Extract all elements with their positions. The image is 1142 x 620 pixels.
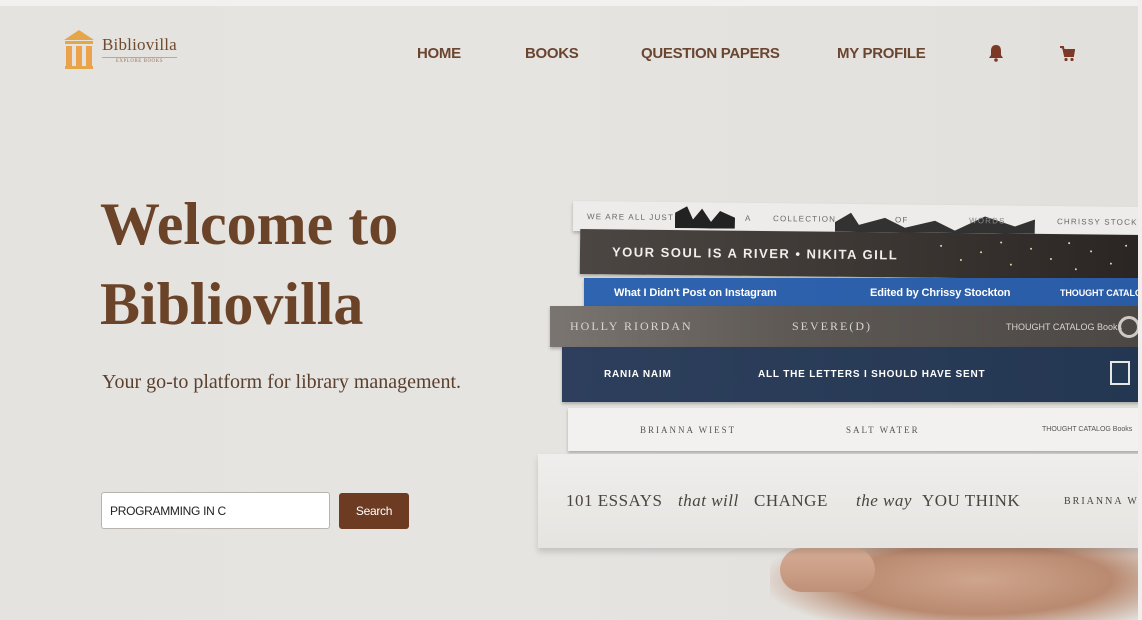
book-spine-7: 101 ESSAYS that will CHANGE the way YOU … <box>538 454 1142 548</box>
book7-title-e: YOU THINK <box>922 491 1021 510</box>
page: Bibliovilla EXPLORE BOOKS HOME BOOKS QUE… <box>0 0 1142 620</box>
search-input[interactable] <box>101 492 330 529</box>
book5-emblem <box>1110 361 1130 385</box>
hero-title: Welcome to Bibliovilla <box>100 184 520 344</box>
book7-title-b: that will <box>678 491 739 510</box>
book1-text-collection: COLLECTION <box>772 213 837 224</box>
hero-subtitle: Your go-to platform for library manageme… <box>102 371 461 393</box>
book4-title: SEVERE(D) <box>792 319 872 333</box>
book-spine-2: YOUR SOUL IS A RIVER • NIKITA GILL <box>579 229 1142 280</box>
book3-publisher: THOUGHT CATALOG Boo <box>1060 287 1142 298</box>
book4-publisher: THOUGHT CATALOG Books <box>1006 321 1123 332</box>
search-button[interactable]: Search <box>339 493 409 529</box>
hero-title-line1: Welcome to <box>100 191 399 257</box>
book7-title-c: CHANGE <box>754 491 828 510</box>
book1-text-words: WORDS <box>968 215 1006 226</box>
book1-ink-splash <box>675 206 735 229</box>
cart-icon[interactable] <box>1059 44 1075 62</box>
book1-text-left: WE ARE ALL JUST <box>586 211 675 222</box>
nav-question-papers-link[interactable]: QUESTION PAPERS <box>641 45 780 62</box>
book3-author: Edited by Chrissy Stockton <box>870 286 1011 299</box>
book6-author: BRIANNA WIEST <box>640 424 737 435</box>
book6-title: SALT WATER <box>846 424 920 435</box>
book-spine-3: What I Didn't Post on Instagram Edited b… <box>584 278 1142 307</box>
book-spine-4: HOLLY RIORDAN SEVERE(D) THOUGHT CATALOG … <box>550 306 1142 347</box>
book7-title-d: the way <box>856 491 912 510</box>
book-stack-image: WE ARE ALL JUST A COLLECTION OF WORDS CH… <box>530 196 1142 620</box>
book5-author: RANIA NAIM <box>604 369 672 380</box>
book4-emblem <box>1118 316 1140 338</box>
right-edge <box>1138 0 1142 620</box>
book4-author: HOLLY RIORDAN <box>570 319 693 333</box>
book5-title: ALL THE LETTERS I SHOULD HAVE SENT <box>758 369 986 380</box>
book2-title: YOUR SOUL IS A RIVER • NIKITA GILL <box>611 244 899 263</box>
hand-finger <box>780 548 875 592</box>
book-spine-6: BRIANNA WIEST SALT WATER THOUGHT CATALOG… <box>568 408 1142 451</box>
book7-author: BRIANNA WI <box>1064 495 1142 507</box>
book1-text-a: A <box>744 213 752 223</box>
book7-title-a: 101 ESSAYS <box>566 491 663 510</box>
bell-icon[interactable] <box>988 44 1004 62</box>
book1-text-right: CHRISSY STOCKT <box>1056 216 1142 227</box>
nav-home-link[interactable]: HOME <box>417 45 461 62</box>
book1-text-of: OF <box>894 214 909 225</box>
book3-title: What I Didn't Post on Instagram <box>614 286 777 299</box>
main-nav: HOME BOOKS QUESTION PAPERS MY PROFILE <box>0 45 1142 65</box>
nav-my-profile-link[interactable]: MY PROFILE <box>837 45 926 62</box>
top-edge <box>0 0 1142 6</box>
book6-publisher: THOUGHT CATALOG Books <box>1042 426 1133 433</box>
book-spine-5: RANIA NAIM ALL THE LETTERS I SHOULD HAVE… <box>562 347 1142 402</box>
hero-title-line2: Bibliovilla <box>100 271 364 337</box>
nav-books-link[interactable]: BOOKS <box>525 45 579 62</box>
